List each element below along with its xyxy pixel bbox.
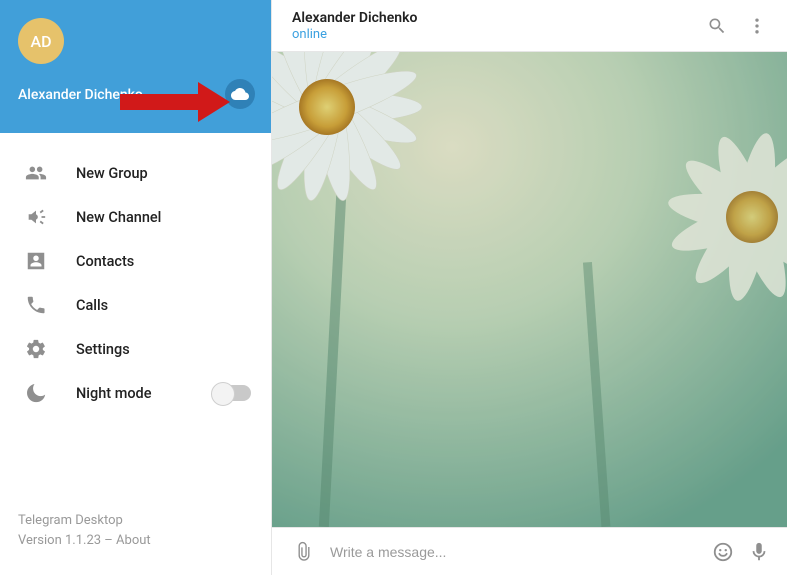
chat-header: Alexander Dichenko online bbox=[272, 0, 787, 52]
sidebar-header: AD Alexander Dichenko bbox=[0, 0, 271, 133]
emoji-button[interactable] bbox=[705, 534, 741, 570]
contact-icon bbox=[24, 249, 48, 273]
about-link[interactable]: About bbox=[116, 533, 151, 548]
search-button[interactable] bbox=[697, 6, 737, 46]
sidebar-item-label: Night mode bbox=[76, 385, 152, 402]
chat-background bbox=[272, 52, 787, 527]
sidebar-item-label: Calls bbox=[76, 297, 108, 314]
avatar[interactable]: AD bbox=[18, 18, 64, 64]
chat-title: Alexander Dichenko bbox=[292, 10, 417, 26]
app-version-line: Version 1.1.23 – About bbox=[18, 531, 253, 551]
sidebar: AD Alexander Dichenko New Group New Chan… bbox=[0, 0, 272, 575]
attach-button[interactable] bbox=[286, 534, 322, 570]
sidebar-item-calls[interactable]: Calls bbox=[0, 283, 271, 327]
sidebar-item-label: Contacts bbox=[76, 253, 134, 270]
moon-icon bbox=[24, 381, 48, 405]
microphone-icon bbox=[748, 541, 770, 563]
cloud-icon bbox=[231, 85, 249, 103]
app-version: Version 1.1.23 – bbox=[18, 533, 116, 548]
sidebar-item-label: New Group bbox=[76, 165, 148, 182]
paperclip-icon bbox=[293, 541, 315, 563]
megaphone-icon bbox=[24, 205, 48, 229]
sidebar-item-new-group[interactable]: New Group bbox=[0, 151, 271, 195]
main: Alexander Dichenko online bbox=[272, 0, 787, 575]
chat-title-block[interactable]: Alexander Dichenko online bbox=[292, 10, 417, 42]
composer bbox=[272, 527, 787, 575]
app-name: Telegram Desktop bbox=[18, 511, 253, 531]
sidebar-item-label: New Channel bbox=[76, 209, 161, 226]
header-actions bbox=[697, 6, 777, 46]
sidebar-item-contacts[interactable]: Contacts bbox=[0, 239, 271, 283]
chat-status: online bbox=[292, 27, 417, 42]
message-input[interactable] bbox=[322, 544, 705, 560]
voice-message-button[interactable] bbox=[741, 534, 777, 570]
sidebar-item-settings[interactable]: Settings bbox=[0, 327, 271, 371]
sidebar-item-night-mode[interactable]: Night mode bbox=[0, 371, 271, 415]
sidebar-item-new-channel[interactable]: New Channel bbox=[0, 195, 271, 239]
sidebar-footer: Telegram Desktop Version 1.1.23 – About bbox=[0, 511, 271, 575]
chat-body[interactable] bbox=[272, 52, 787, 527]
avatar-initials: AD bbox=[30, 32, 51, 51]
sidebar-menu: New Group New Channel Contacts Calls Set bbox=[0, 133, 271, 415]
search-icon bbox=[707, 16, 727, 36]
more-vertical-icon bbox=[747, 16, 767, 36]
sidebar-item-label: Settings bbox=[76, 341, 130, 358]
more-button[interactable] bbox=[737, 6, 777, 46]
group-icon bbox=[24, 161, 48, 185]
gear-icon bbox=[24, 337, 48, 361]
phone-icon bbox=[24, 293, 48, 317]
saved-messages-button[interactable] bbox=[225, 79, 255, 109]
spacer bbox=[0, 415, 271, 511]
night-mode-toggle[interactable] bbox=[213, 385, 251, 401]
smile-icon bbox=[712, 541, 734, 563]
sidebar-username: Alexander Dichenko bbox=[18, 87, 143, 103]
